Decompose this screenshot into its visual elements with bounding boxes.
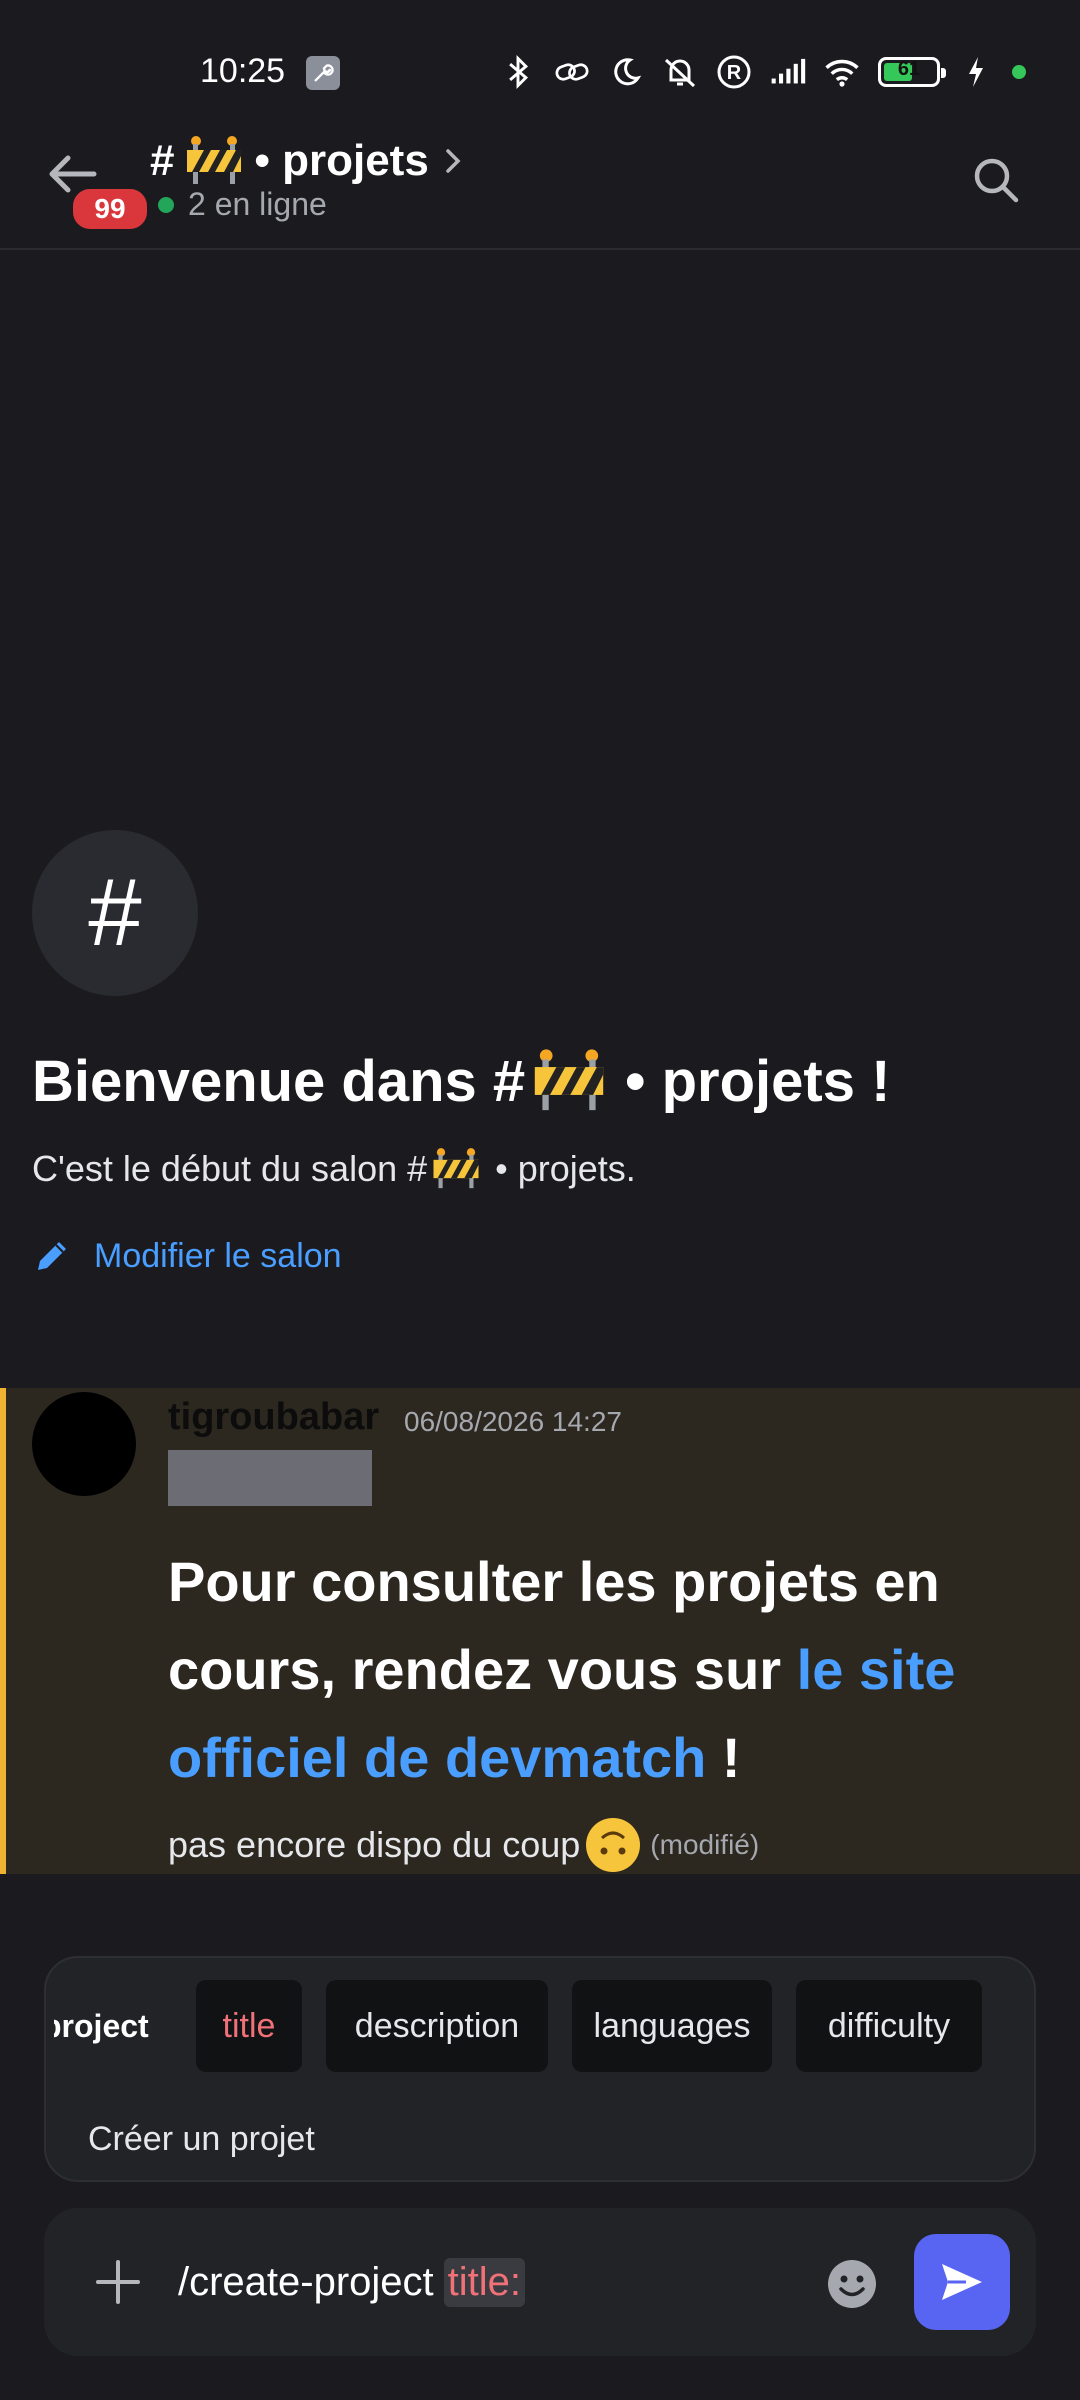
welcome-title-end: • projets ! [625,1048,891,1114]
online-dot [158,196,174,213]
option-languages[interactable]: languages [572,1980,772,2072]
channel-name: • projets [254,136,429,185]
message-line: pas encore dispo du coup [168,1824,581,1865]
wifi-icon [824,54,860,90]
battery-level: 61 [897,58,921,80]
add-attachment-button[interactable] [88,2252,148,2312]
command-name: project [42,2008,149,2044]
emoji-button[interactable] [824,2256,880,2312]
edited-label: (modifié) [650,1829,760,1860]
channel-title[interactable]: # • projets [150,134,467,188]
construction-icon [187,136,242,184]
online-status: 2 en ligne [158,186,327,223]
command-description: Créer un projet [88,2120,315,2158]
message-text: pas encore dispo du coup (modifié) [168,1818,759,1872]
online-count: 2 en ligne [188,186,327,222]
avatar[interactable] [32,1392,136,1496]
message-input[interactable]: /create-project title: [178,2258,526,2307]
message-heading: Pour consulter les projets en cours, ren… [168,1538,1028,1802]
message-timestamp: 06/08/2026 14:27 [404,1406,622,1437]
registered-icon: R [716,54,752,90]
construction-icon [433,1148,479,1189]
svg-text:R: R [727,62,742,84]
search-icon [974,158,1019,203]
channel-hash-avatar: # [32,830,198,996]
chevron-right-icon [446,149,461,173]
emoji-icon [828,2260,876,2308]
bluetooth-icon [500,54,536,90]
command-param[interactable]: title: [443,2258,526,2307]
unread-badge: 99 [70,186,150,232]
signal-icon [770,54,806,90]
battery-icon: 61 [878,57,946,87]
send-icon [942,2264,982,2300]
moon-icon [608,54,644,90]
plus-icon [96,2260,140,2304]
bell-off-icon [662,54,698,90]
status-time: 10:25 [200,52,286,90]
link-icon [554,54,590,90]
upside-down-face-icon [586,1818,641,1872]
welcome-subtitle-end: • projets. [495,1148,636,1189]
send-button[interactable] [914,2234,1010,2330]
welcome-title: Bienvenue dans # • projets ! [32,1046,890,1116]
redacted-content [168,1450,372,1506]
wrench-icon [306,56,340,90]
command-text: /create-project [178,2260,434,2304]
construction-icon [534,1049,604,1111]
charging-icon [958,54,994,90]
option-description[interactable]: description [326,1980,548,2072]
message-heading-end: ! [706,1726,741,1789]
search-button[interactable] [966,150,1026,210]
welcome-title-start: Bienvenue dans # [32,1048,526,1114]
pencil-icon [38,1242,66,1270]
edit-channel-link[interactable]: Modifier le salon [32,1236,342,1276]
option-difficulty[interactable]: difficulty [796,1980,982,2072]
status-icons: R 61 [500,52,1026,92]
edit-channel-label: Modifier le salon [94,1236,342,1275]
welcome-subtitle: C'est le début du salon # • projets. [32,1146,636,1192]
channel-hash: # [150,136,175,185]
privacy-indicator [1012,65,1026,79]
message-author[interactable]: tigroubabar [168,1396,379,1439]
welcome-subtitle-start: C'est le début du salon # [32,1148,428,1189]
option-title[interactable]: title [196,1980,302,2072]
